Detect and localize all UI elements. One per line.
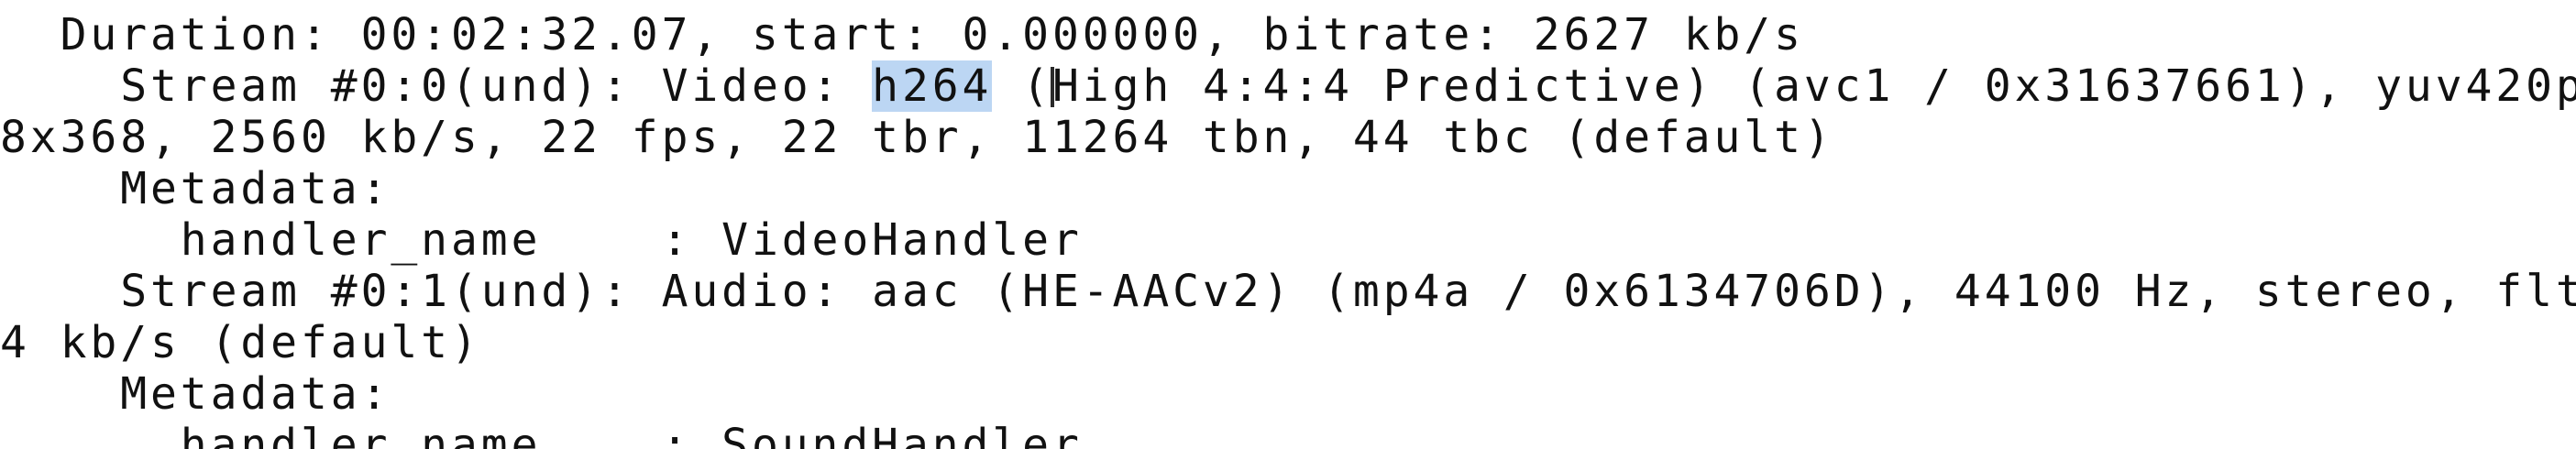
audio-handler-line: handler_name : SoundHandler	[0, 420, 1083, 449]
video-handler-line: handler_name : VideoHandler	[0, 214, 1083, 266]
terminal-output[interactable]: Duration: 00:02:32.07, start: 0.000000, …	[0, 0, 2576, 449]
video-stream-rest: High 4:4:4 Predictive) (avc1 / 0x3163766…	[1051, 60, 2576, 112]
selected-text[interactable]: h264	[872, 60, 993, 112]
video-stream-paren: (	[992, 60, 1052, 112]
text-cursor-icon	[1050, 67, 1054, 107]
duration-line: Duration: 00:02:32.07, start: 0.000000, …	[0, 9, 1804, 60]
video-stream-prefix: Stream #0:0(und): Video:	[0, 60, 873, 112]
video-stream-line: Stream #0:0(und): Video: h264 (High 4:4:…	[0, 60, 2576, 112]
audio-stream-line-wrap: 4 kb/s (default)	[0, 317, 481, 368]
video-stream-line-wrap: 8x368, 2560 kb/s, 22 fps, 22 tbr, 11264 …	[0, 112, 1834, 163]
video-metadata-heading: Metadata:	[0, 163, 391, 214]
audio-metadata-heading: Metadata:	[0, 368, 391, 420]
audio-stream-line: Stream #0:1(und): Audio: aac (HE-AACv2) …	[0, 266, 2576, 317]
